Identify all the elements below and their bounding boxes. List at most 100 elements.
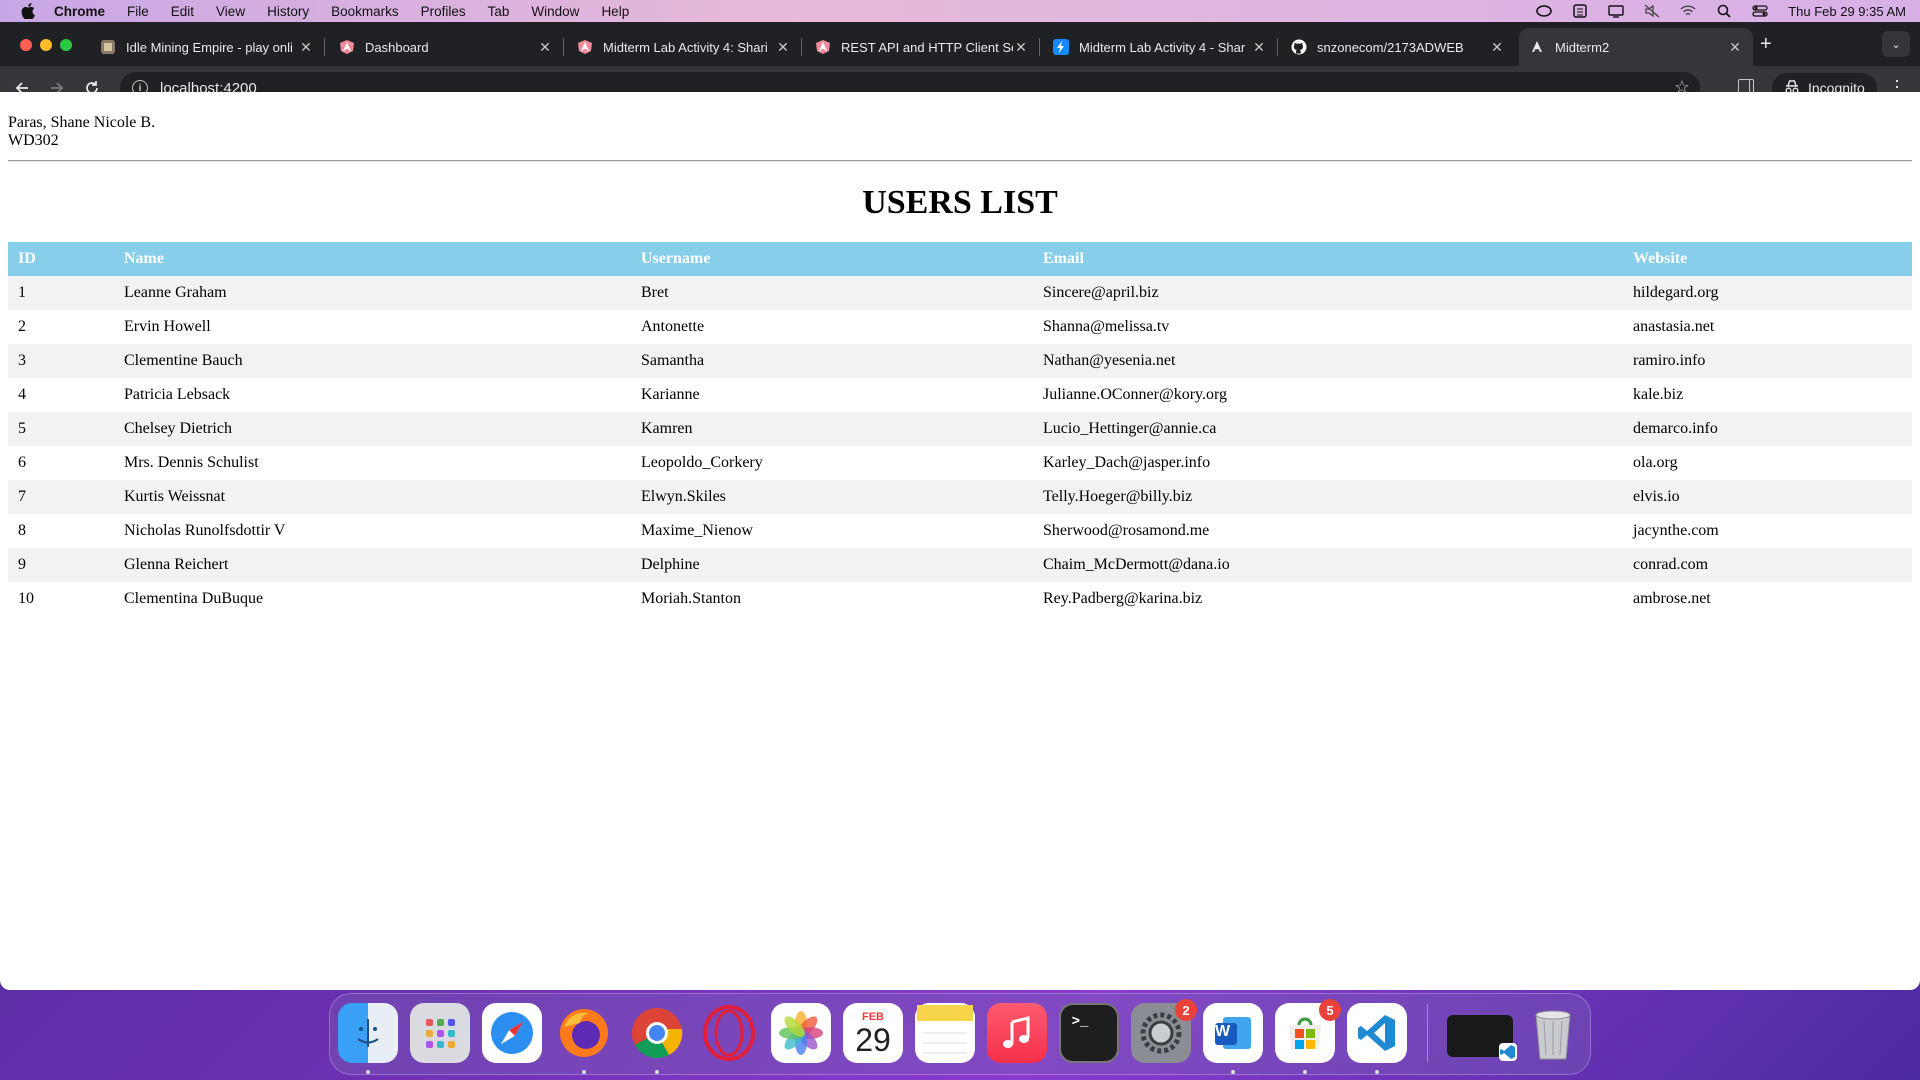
column-header-email: Email: [1033, 242, 1623, 276]
finder-icon[interactable]: [338, 1003, 398, 1063]
running-indicator: [582, 1070, 586, 1074]
tab-midterm2[interactable]: Midterm2 ✕: [1519, 28, 1753, 66]
vscode-icon[interactable]: [1347, 1003, 1407, 1063]
zoom-window-button[interactable]: [60, 39, 72, 51]
launchpad-icon[interactable]: [410, 1003, 470, 1063]
close-tab-icon[interactable]: ✕: [775, 39, 791, 55]
student-section: WD302: [8, 132, 59, 149]
game-icon: [100, 39, 116, 55]
tab-midterm-lab-activity[interactable]: Midterm Lab Activity 4: Shari ✕: [567, 28, 802, 66]
wifi-icon[interactable]: [1680, 4, 1696, 18]
muted-icon[interactable]: [1644, 4, 1660, 18]
control-center-icon[interactable]: [1752, 4, 1768, 18]
window-controls: [20, 39, 72, 51]
apple-icon[interactable]: [20, 3, 36, 19]
calendar-day: 29: [855, 1022, 891, 1058]
cell-email: Julianne.OConner@kory.org: [1033, 378, 1623, 412]
safari-icon[interactable]: [482, 1003, 542, 1063]
new-tab-button[interactable]: +: [1760, 34, 1772, 54]
page-content: Paras, Shane Nicole B. WD302 USERS LIST …: [0, 92, 1920, 968]
table-row: 3 Clementine Bauch Samantha Nathan@yesenia.…: [8, 344, 1912, 378]
tab-dashboard[interactable]: Dashboard ✕: [329, 28, 564, 66]
cell-id: 3: [8, 344, 114, 378]
tab-title: Midterm2: [1555, 39, 1610, 55]
cell-website: jacynthe.com: [1623, 514, 1912, 548]
close-tab-icon[interactable]: ✕: [1489, 39, 1505, 55]
spotlight-search-icon[interactable]: [1716, 4, 1732, 18]
cell-website: anastasia.net: [1623, 310, 1912, 344]
cell-username: Samantha: [631, 344, 1033, 378]
cell-email: Sherwood@rosamond.me: [1033, 514, 1623, 548]
chrome-icon[interactable]: [627, 1003, 687, 1063]
system-settings-icon[interactable]: 2: [1131, 999, 1197, 1063]
table-row: 9 Glenna Reichert Delphine Chaim_McDermott@…: [8, 548, 1912, 582]
menu-tab[interactable]: Tab: [488, 4, 510, 19]
cell-email: Telly.Hoeger@billy.biz: [1033, 480, 1623, 514]
dock-separator: [1427, 1004, 1428, 1062]
menu-window[interactable]: Window: [531, 4, 579, 19]
music-icon[interactable]: [987, 1003, 1047, 1063]
tab-search-button[interactable]: ⌄: [1882, 31, 1910, 57]
page-title: USERS LIST: [862, 184, 1058, 221]
cell-email: Rey.Padberg@karina.biz: [1033, 582, 1623, 616]
tab-title: Idle Mining Empire - play onli: [126, 39, 293, 55]
terminal-icon[interactable]: >_: [1059, 1003, 1119, 1063]
close-tab-icon[interactable]: ✕: [1013, 39, 1029, 55]
close-tab-icon[interactable]: ✕: [1727, 39, 1743, 55]
menu-history[interactable]: History: [267, 4, 309, 19]
menu-edit[interactable]: Edit: [171, 4, 194, 19]
angular-icon: [1529, 39, 1545, 55]
cell-name: Chelsey Dietrich: [114, 412, 631, 446]
column-header-website: Website: [1623, 242, 1912, 276]
photos-icon[interactable]: [771, 1003, 831, 1063]
calculator-grid-icon[interactable]: [1572, 4, 1588, 18]
cell-id: 1: [8, 276, 114, 310]
cell-username: Kamren: [631, 412, 1033, 446]
menu-app-chrome[interactable]: Chrome: [54, 4, 105, 19]
creative-cloud-icon[interactable]: [1536, 4, 1553, 18]
cell-id: 8: [8, 514, 114, 548]
calendar-icon[interactable]: FEB 29: [843, 1003, 903, 1063]
cell-id: 10: [8, 582, 114, 616]
cell-website: hildegard.org: [1623, 276, 1912, 310]
close-tab-icon[interactable]: ✕: [537, 39, 553, 55]
table-header-row: ID Name Username Email Website: [8, 242, 1912, 276]
settings-badge: 2: [1175, 999, 1197, 1021]
menu-clock[interactable]: Thu Feb 29 9:35 AM: [1788, 4, 1906, 19]
cell-id: 2: [8, 310, 114, 344]
tab-idle-mining[interactable]: Idle Mining Empire - play onli ✕: [90, 28, 325, 66]
tab-stackblitz[interactable]: Midterm Lab Activity 4 - Shar ✕: [1043, 28, 1278, 66]
cell-email: Nathan@yesenia.net: [1033, 344, 1623, 378]
menu-bookmarks[interactable]: Bookmarks: [331, 4, 399, 19]
firefox-icon[interactable]: [554, 1003, 614, 1063]
close-window-button[interactable]: [20, 39, 32, 51]
cell-email: Sincere@april.biz: [1033, 276, 1623, 310]
display-icon[interactable]: [1608, 4, 1624, 18]
menu-help[interactable]: Help: [601, 4, 629, 19]
tab-github[interactable]: snzonecom/2173ADWEB ✕: [1281, 28, 1515, 66]
close-tab-icon[interactable]: ✕: [1251, 39, 1267, 55]
menu-view[interactable]: View: [216, 4, 245, 19]
menu-profiles[interactable]: Profiles: [421, 4, 466, 19]
store-badge: 5: [1319, 999, 1341, 1021]
vscode-window-icon[interactable]: [1447, 1015, 1517, 1061]
cell-username: Elwyn.Skiles: [631, 480, 1033, 514]
cell-email: Shanna@melissa.tv: [1033, 310, 1623, 344]
cell-username: Antonette: [631, 310, 1033, 344]
cell-name: Clementina DuBuque: [114, 582, 631, 616]
microsoft-store-icon[interactable]: 5: [1275, 999, 1341, 1063]
word-icon[interactable]: W: [1203, 1003, 1263, 1063]
menu-file[interactable]: File: [127, 4, 149, 19]
notes-icon[interactable]: [915, 1003, 975, 1063]
tab-title: Midterm Lab Activity 4 - Shar: [1079, 39, 1246, 55]
minimize-window-button[interactable]: [40, 39, 52, 51]
opera-icon[interactable]: [699, 1003, 759, 1063]
cell-id: 6: [8, 446, 114, 480]
github-icon: [1291, 39, 1307, 55]
trash-icon[interactable]: [1523, 1003, 1583, 1063]
cell-username: Moriah.Stanton: [631, 582, 1033, 616]
close-tab-icon[interactable]: ✕: [298, 39, 314, 55]
tab-divider: [324, 38, 325, 56]
running-indicator: [655, 1070, 659, 1074]
tab-rest-api[interactable]: REST API and HTTP Client Se ✕: [805, 28, 1040, 66]
